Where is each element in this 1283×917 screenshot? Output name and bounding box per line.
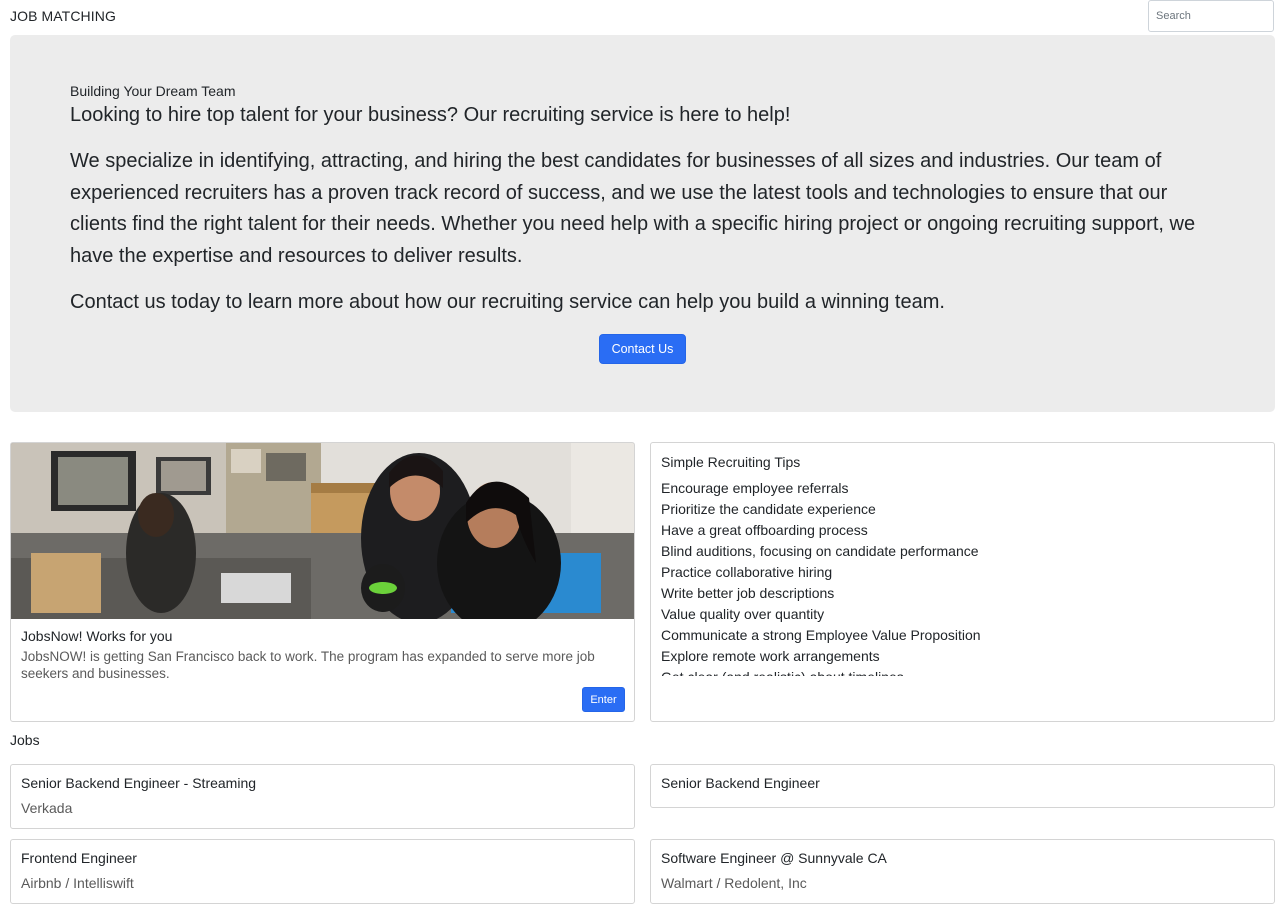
hero-paragraph: We specialize in identifying, attracting… [70,150,1196,267]
job-title: Frontend Engineer [21,850,137,866]
top-navbar: JOB MATCHING [0,0,1283,34]
job-card[interactable]: Senior Backend Engineer - Streaming Verk… [10,764,635,829]
tips-card: Simple Recruiting Tips Encourage employe… [650,442,1275,722]
feature-card: JobsNow! Works for you JobsNOW! is getti… [10,442,635,722]
job-title: Senior Backend Engineer - Streaming [21,775,257,791]
feature-card-text: JobsNOW! is getting San Francisco back t… [21,649,595,681]
list-item: Explore remote work arrangements [661,648,880,664]
list-item: Value quality over quantity [661,606,825,622]
tips-list[interactable]: Encourage employee referrals Prioritize … [661,478,1261,676]
job-title: Senior Backend Engineer [661,775,820,791]
hero-kicker: Building Your Dream Team [70,83,236,99]
brand-title[interactable]: JOB MATCHING [10,8,116,24]
job-company: Airbnb / Intelliswift [21,875,134,891]
list-item: Write better job descriptions [661,585,835,601]
list-item: Prioritize the candidate experience [661,501,876,517]
hero-lead: Looking to hire top talent for your busi… [70,104,791,126]
tips-title: Simple Recruiting Tips [661,454,801,470]
job-company: Verkada [21,800,73,816]
search-input[interactable] [1148,0,1274,32]
list-item: Practice collaborative hiring [661,564,833,580]
enter-button[interactable]: Enter [582,687,625,712]
list-item: Get clear (and realistic) about timeline… [661,667,1261,676]
job-card[interactable]: Frontend Engineer Airbnb / Intelliswift [10,839,635,904]
job-card[interactable]: Software Engineer @ Sunnyvale CA Walmart… [650,839,1275,904]
jobs-heading: Jobs [10,732,40,748]
hero-contact-text: Contact us today to learn more about how… [70,291,945,313]
feature-photo [11,443,634,619]
job-company: Walmart / Redolent, Inc [661,875,807,891]
job-card[interactable]: Senior Backend Engineer [650,764,1275,808]
list-item: Encourage employee referrals [661,480,849,496]
feature-card-title: JobsNow! Works for you [21,628,173,644]
list-item: Blind auditions, focusing on candidate p… [661,543,979,559]
contact-us-button[interactable]: Contact Us [599,334,686,364]
job-title: Software Engineer @ Sunnyvale CA [661,850,887,866]
hero-jumbotron: Building Your Dream Team Looking to hire… [10,35,1275,412]
list-item: Have a great offboarding process [661,522,868,538]
list-item: Communicate a strong Employee Value Prop… [661,627,981,643]
